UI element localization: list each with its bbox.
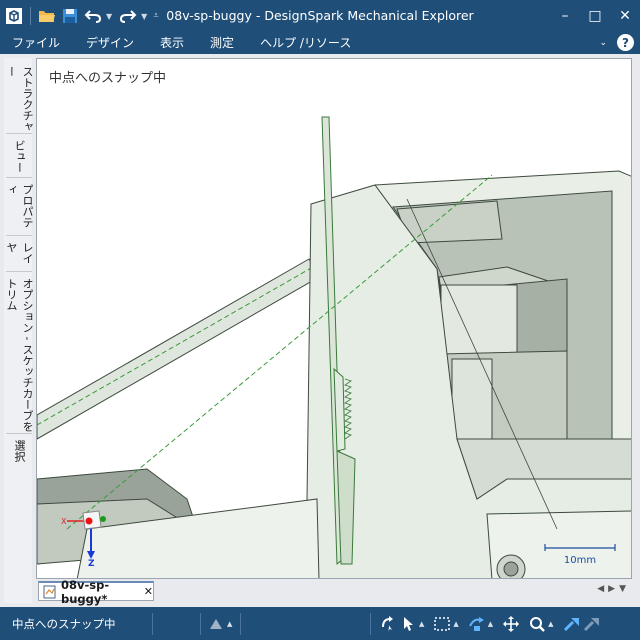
tab-menu-icon[interactable]: ▼ bbox=[619, 584, 626, 594]
redo-dropdown-icon[interactable]: ▼ bbox=[141, 12, 147, 21]
menu-design[interactable]: デザイン bbox=[73, 32, 147, 54]
axis-x-label: X bbox=[61, 517, 67, 526]
help-icon[interactable]: ? bbox=[617, 34, 634, 51]
pan-icon[interactable] bbox=[501, 614, 521, 634]
status-tool-group-1: ▲ bbox=[206, 613, 240, 635]
axis-triad[interactable]: X Z bbox=[57, 497, 117, 567]
minimize-button[interactable]: – bbox=[550, 0, 580, 32]
toolbar-separator bbox=[30, 7, 31, 25]
close-tab-icon[interactable]: ✕ bbox=[144, 585, 153, 598]
tab-layers[interactable]: レイヤ bbox=[5, 238, 34, 272]
triangle-icon[interactable] bbox=[206, 614, 226, 634]
status-divider bbox=[200, 613, 201, 635]
select-dropdown-icon[interactable]: ▲ bbox=[419, 620, 424, 628]
maximize-button[interactable]: □ bbox=[580, 0, 610, 32]
ribbon-collapse-icon[interactable]: ⌄ bbox=[599, 38, 607, 48]
open-folder-icon[interactable] bbox=[37, 6, 57, 26]
viewport-status-text: 中点へのスナップ中 bbox=[49, 71, 167, 86]
tab-next-icon[interactable]: ▶ bbox=[608, 584, 615, 594]
pull-icon[interactable] bbox=[562, 614, 582, 634]
redo-icon[interactable] bbox=[118, 6, 138, 26]
menu-view[interactable]: 表示 bbox=[147, 32, 197, 54]
menu-file[interactable]: ファイル bbox=[0, 32, 73, 54]
scale-label: 10mm bbox=[563, 555, 597, 566]
tab-navigation: ◀ ▶ ▼ bbox=[597, 584, 626, 594]
side-panel-tabs: ストラクチャー ビュー プロパティ レイヤ オプション - スケッチカーブをトリ… bbox=[4, 58, 34, 603]
menu-bar: ファイル デザイン 表示 測定 ヘルプ /リソース ⌄ ? bbox=[0, 32, 640, 54]
move-icon[interactable] bbox=[467, 614, 487, 634]
quick-access-toolbar: ▼ ▼ ⩡ bbox=[0, 0, 164, 32]
status-message: 中点へのスナップ中 bbox=[12, 616, 116, 631]
tab-view[interactable]: ビュー bbox=[6, 136, 32, 178]
triangle-dropdown-icon[interactable]: ▲ bbox=[227, 620, 232, 628]
status-divider bbox=[240, 613, 241, 635]
rod[interactable] bbox=[37, 258, 320, 440]
status-divider bbox=[370, 613, 371, 635]
axis-z-label: Z bbox=[88, 559, 95, 567]
tab-options[interactable]: オプション - スケッチカーブをトリム bbox=[5, 274, 34, 434]
select-arrow-icon[interactable] bbox=[398, 614, 418, 634]
menu-measure[interactable]: 測定 bbox=[197, 32, 247, 54]
zoom-icon[interactable] bbox=[527, 614, 547, 634]
zoom-dropdown-icon[interactable]: ▲ bbox=[548, 620, 553, 628]
status-divider bbox=[152, 613, 153, 635]
tab-properties[interactable]: プロパティ bbox=[5, 180, 34, 236]
main-area: ストラクチャー ビュー プロパティ レイヤ オプション - スケッチカーブをトリ… bbox=[0, 54, 640, 607]
rotate-view-icon[interactable] bbox=[378, 614, 398, 634]
model-geometry[interactable] bbox=[37, 59, 632, 579]
tab-structure[interactable]: ストラクチャー bbox=[5, 62, 34, 134]
window-controls: – □ ✕ bbox=[550, 0, 640, 32]
document-tab-active[interactable]: 08v-sp-buggy* ✕ bbox=[38, 578, 154, 606]
status-tool-group-2: ▲ ▲ ▲ ▲ bbox=[378, 613, 602, 635]
sketch-icon[interactable] bbox=[582, 614, 602, 634]
menu-help-resources[interactable]: ヘルプ /リソース bbox=[247, 32, 364, 54]
undo-dropdown-icon[interactable]: ▼ bbox=[106, 12, 112, 21]
status-bar: 中点へのスナップ中 ▲ ▲ ▲ ▲ ▲ bbox=[0, 607, 640, 640]
box-select-icon[interactable] bbox=[432, 614, 452, 634]
title-bar: ▼ ▼ ⩡ 08v-sp-buggy - DesignSpark Mechani… bbox=[0, 0, 640, 32]
save-icon[interactable] bbox=[60, 6, 80, 26]
tab-prev-icon[interactable]: ◀ bbox=[597, 584, 604, 594]
box-select-dropdown-icon[interactable]: ▲ bbox=[453, 620, 458, 628]
scale-bar: 10mm bbox=[543, 542, 617, 566]
app-logo-icon[interactable] bbox=[4, 6, 24, 26]
tab-selection[interactable]: 選択 bbox=[6, 436, 32, 472]
close-button[interactable]: ✕ bbox=[610, 0, 640, 32]
document-tab-label: 08v-sp-buggy* bbox=[61, 577, 110, 606]
customize-icon[interactable]: ⩡ bbox=[153, 11, 158, 21]
document-tab-strip: 08v-sp-buggy* ✕ ◀ ▶ ▼ bbox=[36, 578, 632, 606]
document-icon bbox=[43, 585, 57, 599]
move-dropdown-icon[interactable]: ▲ bbox=[488, 620, 493, 628]
undo-icon[interactable] bbox=[83, 6, 103, 26]
3d-viewport[interactable]: X Z 中点へのスナップ中 10mm bbox=[36, 58, 632, 579]
